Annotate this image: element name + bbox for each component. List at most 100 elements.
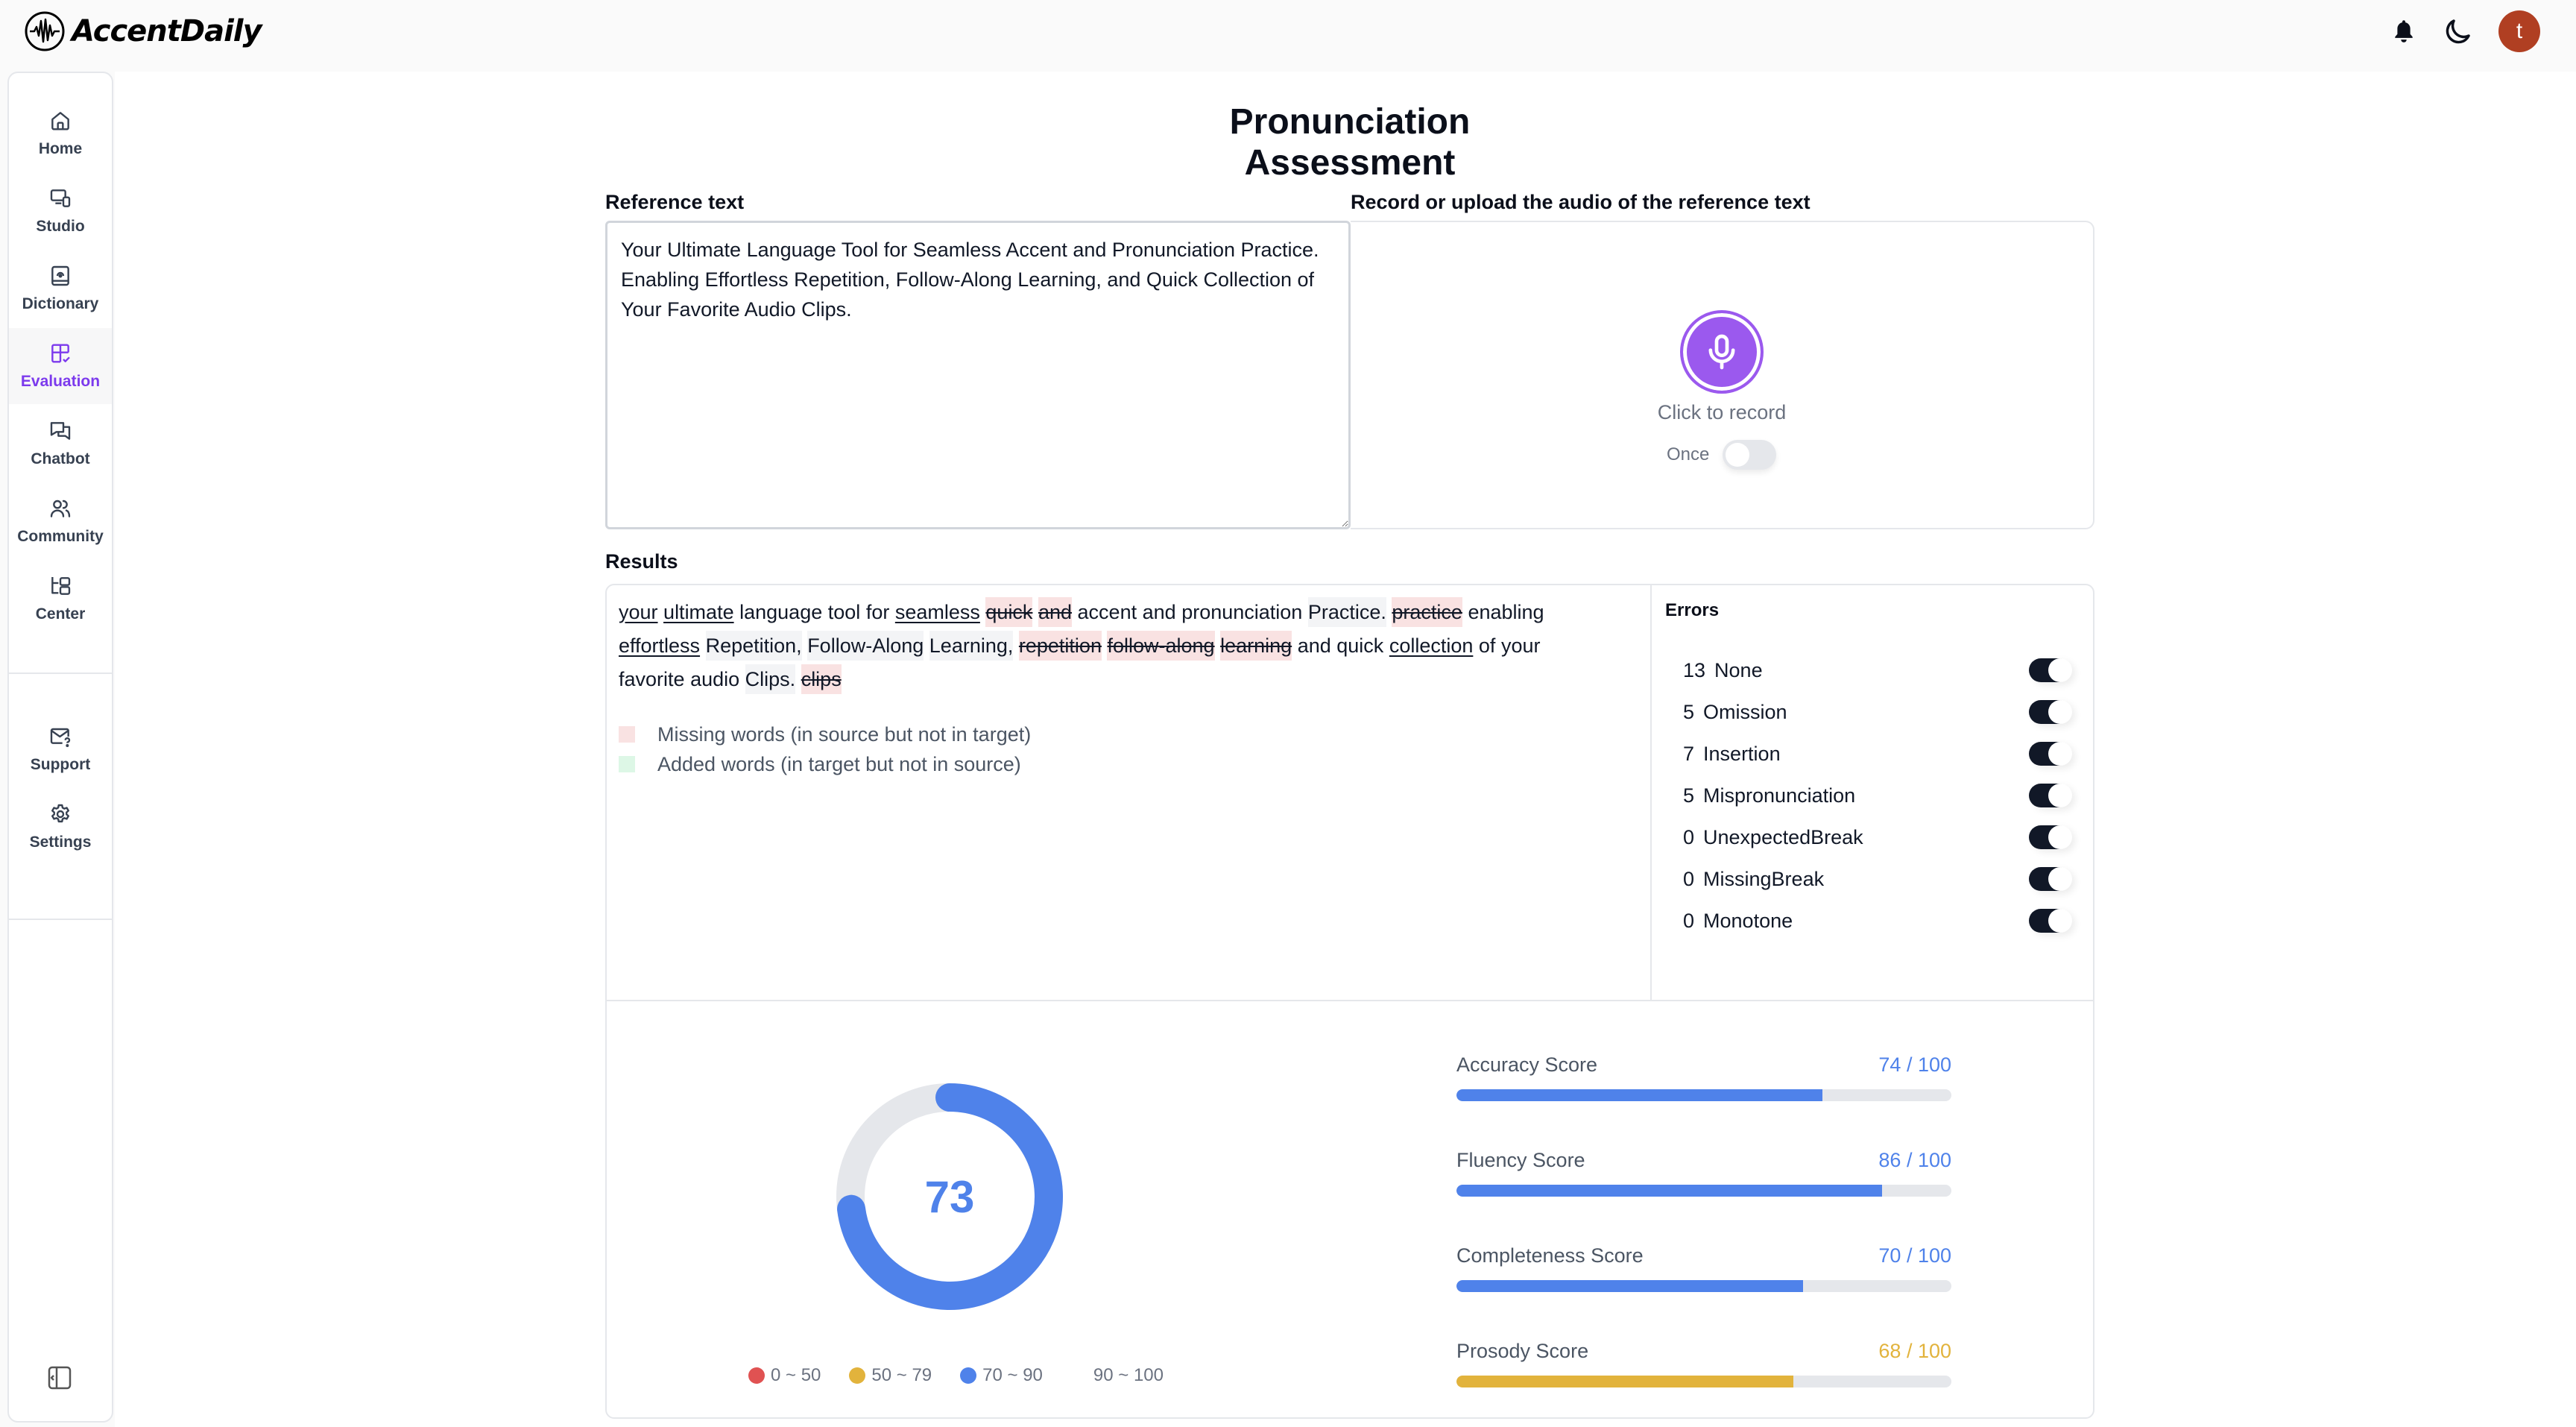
added-swatch [619, 756, 635, 772]
sidebar-item-support[interactable]: Support [9, 711, 112, 787]
error-row-missingbreak: 0 MissingBreak [1683, 864, 2072, 894]
sidebar-item-dictionary[interactable]: Dictionary [9, 251, 112, 327]
result-word-missing[interactable]: follow-along [1107, 631, 1215, 661]
legend-missing: Missing words (in source but not in targ… [619, 719, 1031, 749]
studio-icon [50, 189, 71, 207]
sidebar-divider [9, 672, 112, 674]
result-word-normal[interactable]: and [1298, 634, 1331, 657]
range-label: 50 ~ 79 [871, 1365, 932, 1385]
results-legend: Missing words (in source but not in targ… [619, 719, 1031, 779]
sidebar-collapse-icon[interactable] [48, 1366, 72, 1390]
error-filter-toggle[interactable] [2029, 784, 2072, 807]
sidebar-item-label: Dictionary [22, 295, 99, 312]
score-value: 70 / 100 [1878, 1244, 1951, 1267]
legend-label: Missing words (in source but not in targ… [657, 722, 1032, 746]
result-word-normal[interactable]: tool [828, 601, 861, 623]
error-filter-toggle[interactable] [2029, 700, 2072, 724]
record-button[interactable] [1680, 310, 1764, 394]
results-label: Results [605, 550, 678, 573]
app-logo[interactable]: AccentDaily [24, 10, 262, 52]
once-toggle[interactable] [1723, 440, 1777, 470]
result-word-normal[interactable]: accent [1078, 601, 1137, 623]
user-avatar[interactable]: t [2498, 10, 2540, 52]
error-label: Insertion [1703, 742, 1781, 765]
record-upload-area[interactable]: Click to record Once [1351, 221, 2094, 529]
support-mail-icon [50, 728, 71, 747]
avatar-initial: t [2516, 19, 2523, 43]
error-count: 5 [1683, 784, 1695, 807]
sidebar-item-label: Evaluation [20, 373, 101, 390]
result-word-normal[interactable]: audio [690, 668, 739, 690]
result-word-normal[interactable]: your [1501, 634, 1541, 657]
result-word-normal[interactable]: of [1479, 634, 1496, 657]
result-word-missing[interactable]: learning [1220, 631, 1292, 661]
result-word-missing[interactable]: repetition [1018, 631, 1102, 661]
result-word-normal[interactable]: quick [1336, 634, 1383, 657]
sidebar-item-label: Support [30, 756, 91, 773]
range-label: 0 ~ 50 [771, 1365, 821, 1385]
result-word-missing[interactable]: practice [1392, 597, 1462, 627]
result-word-mispronounced[interactable]: Learning, [929, 631, 1014, 661]
reference-text-input[interactable] [605, 221, 1351, 529]
result-word-normal[interactable]: enabling [1468, 601, 1544, 623]
legend-label: Added words (in target but not in source… [657, 752, 1021, 775]
error-count: 13 [1683, 658, 1706, 681]
sidebar-item-home[interactable]: Home [9, 95, 112, 171]
legend-added: Added words (in target but not in source… [619, 749, 1031, 779]
missing-swatch [619, 726, 635, 743]
result-word-normal[interactable]: pronunciation [1181, 601, 1302, 623]
score-bar-track [1456, 1280, 1951, 1292]
results-transcript: your ultimate language tool for seamless… [619, 596, 1588, 696]
sidebar-item-label: Home [38, 140, 83, 157]
result-word-missing[interactable]: and [1038, 597, 1073, 627]
result-word-normal[interactable]: and [1143, 601, 1176, 623]
result-word-missing[interactable]: clips [801, 664, 842, 694]
result-word-normal[interactable]: favorite [619, 668, 685, 690]
sidebar-item-evaluation[interactable]: Evaluation [9, 328, 112, 404]
result-word-underline[interactable]: collection [1389, 634, 1474, 657]
center-icon [51, 577, 71, 595]
sidebar-item-label: Chatbot [31, 450, 90, 467]
sidebar-item-label: Center [35, 605, 86, 623]
score-prosody: Prosody Score 68 / 100 [1456, 1340, 1951, 1387]
sidebar-item-label: Community [17, 528, 104, 545]
result-word-underline[interactable]: effortless [619, 634, 700, 657]
errors-title: Errors [1665, 600, 1720, 620]
range-legend-item: 70 ~ 90 [960, 1365, 1043, 1386]
sidebar-item-community[interactable]: Community [9, 483, 112, 559]
error-filter-toggle[interactable] [2029, 825, 2072, 849]
error-filter-toggle[interactable] [2029, 742, 2072, 766]
result-word-normal[interactable]: for [866, 601, 890, 623]
sidebar-item-studio[interactable]: Studio [9, 173, 112, 249]
score-value: 86 / 100 [1878, 1149, 1951, 1171]
range-dot [849, 1367, 866, 1384]
sidebar-item-settings[interactable]: Settings [9, 789, 112, 865]
score-name: Accuracy Score [1456, 1053, 1598, 1076]
result-word-mispronounced[interactable]: Repetition, [705, 631, 802, 661]
error-filter-toggle[interactable] [2029, 909, 2072, 933]
result-word-normal[interactable]: language [739, 601, 822, 623]
score-name: Completeness Score [1456, 1244, 1644, 1267]
error-filter-toggle[interactable] [2029, 867, 2072, 891]
result-word-mispronounced[interactable]: Practice. [1307, 597, 1386, 627]
once-toggle-row: Once [1667, 440, 1777, 470]
result-word-underline[interactable]: ultimate [663, 601, 734, 623]
moon-icon[interactable] [2442, 15, 2475, 48]
score-name: Fluency Score [1456, 1149, 1585, 1171]
bell-icon[interactable] [2393, 19, 2415, 43]
error-row-monotone: 0 Monotone [1683, 906, 2072, 936]
error-count: 0 [1683, 867, 1695, 890]
error-filter-toggle[interactable] [2029, 658, 2072, 682]
score-bar-fill [1456, 1280, 1803, 1292]
result-word-mispronounced[interactable]: Clips. [745, 664, 796, 694]
gear-icon [51, 804, 69, 823]
sidebar-divider [9, 919, 112, 920]
result-word-underline[interactable]: seamless [895, 601, 980, 623]
result-word-missing[interactable]: quick [985, 597, 1033, 627]
sidebar-item-chatbot[interactable]: Chatbot [9, 406, 112, 482]
range-legend-item: 90 ~ 100 [1070, 1365, 1164, 1386]
sidebar-item-label: Studio [36, 218, 85, 235]
sidebar-item-center[interactable]: Center [9, 561, 112, 637]
result-word-mispronounced[interactable]: Follow-Along [807, 631, 924, 661]
result-word-underline[interactable]: your [619, 601, 658, 623]
